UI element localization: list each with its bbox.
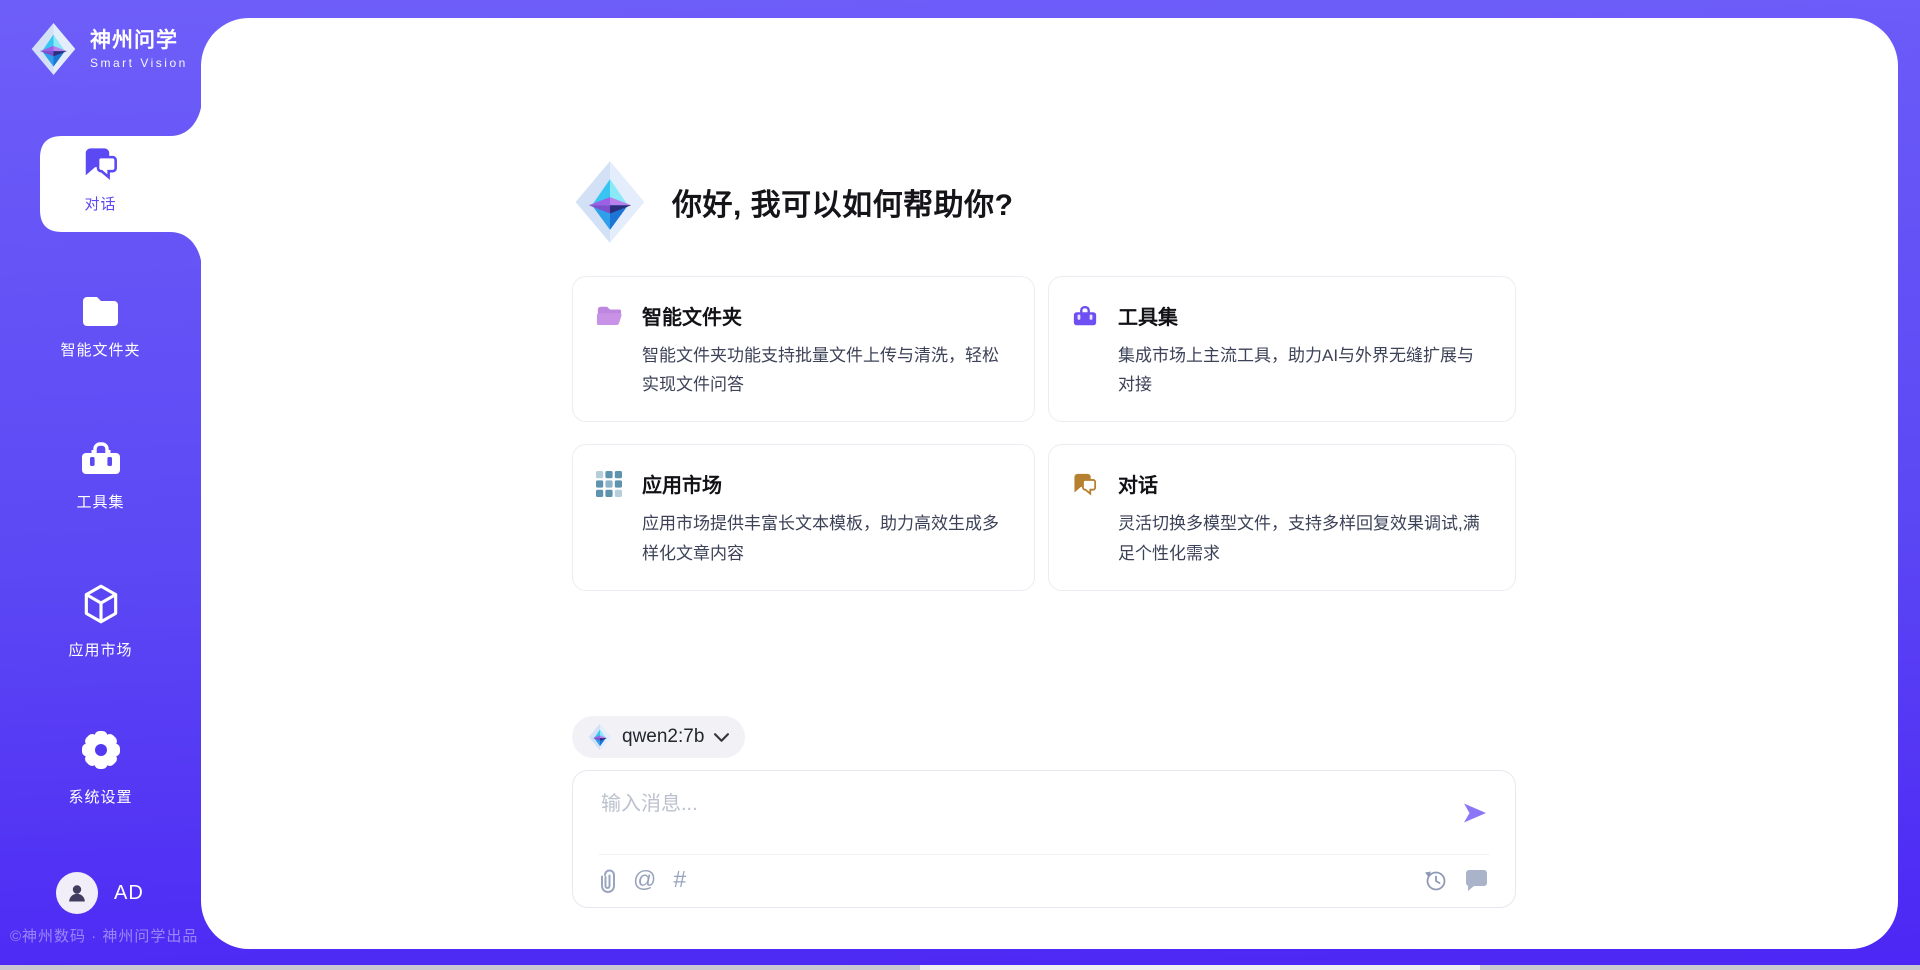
model-selector[interactable]: qwen2:7b	[572, 716, 745, 758]
chat-icon	[82, 146, 120, 180]
feature-cards: 智能文件夹 智能文件夹功能支持批量文件上传与清洗，轻松实现文件问答 工具集 集成…	[572, 276, 1516, 591]
send-icon[interactable]	[1461, 799, 1489, 827]
greeting-title: 你好, 我可以如何帮助你?	[672, 180, 1014, 224]
history-icon[interactable]	[1422, 867, 1448, 893]
chat-amber-icon	[1072, 471, 1098, 497]
sidebar-item-app-market[interactable]: 应用市场	[0, 582, 201, 660]
message-input[interactable]	[599, 785, 1463, 849]
user-profile[interactable]: AD	[56, 872, 144, 914]
sidebar-item-settings[interactable]: 系统设置	[0, 727, 201, 807]
card-description: 应用市场提供丰富长文本模板，助力高效生成多样化文章内容	[642, 509, 1010, 567]
mention-icon[interactable]: @	[633, 868, 656, 891]
card-chat[interactable]: 对话 灵活切换多模型文件，支持多样回复效果调试,满足个性化需求	[1048, 444, 1516, 590]
sidebar-item-smart-folder[interactable]: 智能文件夹	[0, 293, 201, 360]
person-icon	[66, 882, 88, 904]
scrollbar-thumb[interactable]	[920, 965, 1480, 970]
card-description: 灵活切换多模型文件，支持多样回复效果调试,满足个性化需求	[1118, 509, 1491, 567]
model-diamond-icon	[588, 723, 612, 751]
input-divider	[599, 854, 1489, 855]
sidebar-item-toolset[interactable]: 工具集	[0, 438, 201, 512]
grid-icon	[596, 471, 622, 497]
sidebar-item-chat[interactable]: 对话	[0, 146, 201, 214]
sidebar-item-label: 对话	[84, 193, 116, 214]
attachment-icon[interactable]	[599, 866, 616, 893]
sidebar-item-label: 智能文件夹	[60, 339, 140, 360]
user-initials: AD	[114, 882, 144, 905]
card-title: 对话	[1118, 469, 1158, 498]
horizontal-scrollbar[interactable]	[0, 965, 1920, 970]
brand-subtitle: Smart Vision	[90, 56, 188, 70]
brand-diamond-icon	[30, 22, 77, 76]
sidebar-item-label: 系统设置	[68, 786, 132, 807]
sidebar-item-label: 工具集	[76, 491, 124, 512]
card-description: 智能文件夹功能支持批量文件上传与清洗，轻松实现文件问答	[642, 341, 1010, 399]
card-toolset[interactable]: 工具集 集成市场上主流工具，助力AI与外界无缝扩展与对接	[1048, 276, 1516, 422]
toolbox-icon	[79, 438, 123, 478]
message-input-box: @ #	[572, 770, 1516, 908]
card-smart-folder[interactable]: 智能文件夹 智能文件夹功能支持批量文件上传与清洗，轻松实现文件问答	[572, 276, 1035, 422]
card-title: 智能文件夹	[642, 301, 742, 330]
brand-logo: 神州问学 Smart Vision	[30, 22, 188, 76]
hashtag-icon[interactable]: #	[673, 868, 686, 891]
sidebar-item-label: 应用市场	[68, 639, 132, 660]
greeting-header: 你好, 我可以如何帮助你?	[574, 158, 1014, 246]
cube-icon	[80, 582, 122, 626]
card-description: 集成市场上主流工具，助力AI与外界无缝扩展与对接	[1118, 341, 1491, 399]
sidebar-footer-text: ©神州数码 · 神州问学出品	[10, 925, 198, 946]
brand-name: 神州问学	[90, 28, 188, 53]
card-title: 应用市场	[642, 469, 722, 498]
comment-icon[interactable]	[1464, 868, 1489, 892]
open-folder-icon	[596, 303, 622, 329]
model-name: qwen2:7b	[622, 726, 704, 748]
hero-diamond-icon	[574, 158, 646, 246]
avatar	[56, 872, 98, 914]
card-title: 工具集	[1118, 301, 1178, 330]
chevron-down-icon	[714, 733, 729, 742]
toolbox-purple-icon	[1072, 303, 1098, 329]
folder-icon	[80, 293, 121, 326]
card-app-market[interactable]: 应用市场 应用市场提供丰富长文本模板，助力高效生成多样化文章内容	[572, 444, 1035, 590]
gear-icon	[78, 727, 124, 773]
input-toolbar: @ #	[599, 866, 1489, 893]
